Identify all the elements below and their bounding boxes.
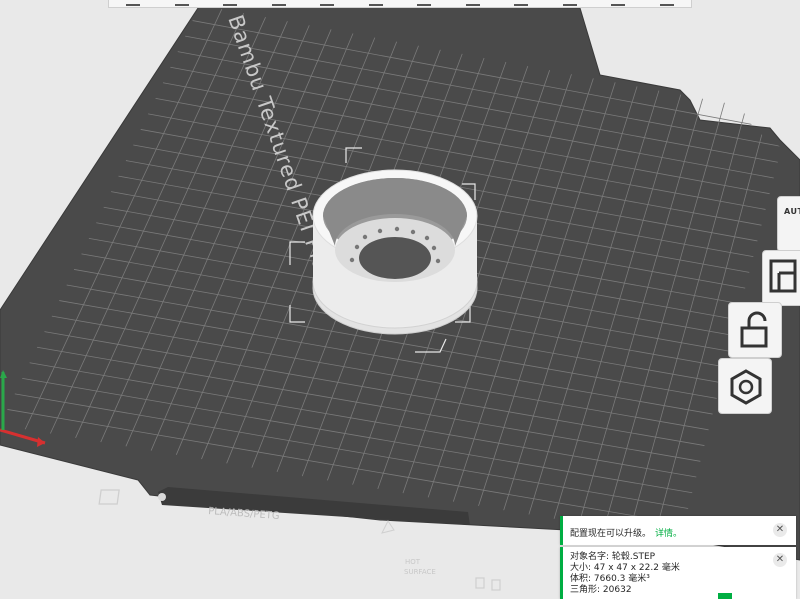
hot-label: HOT [405, 558, 421, 566]
measure-icon[interactable] [611, 0, 626, 6]
object-volume-value: 7660.3 毫米³ [593, 574, 650, 584]
object-info-panel: 对象名字: 轮毂.STEP 大小: 47 x 47 x 22.2 毫米 体积: … [560, 547, 796, 599]
assembly-icon[interactable] [514, 0, 529, 6]
view-icon[interactable] [126, 0, 141, 6]
lock-button[interactable] [728, 302, 782, 358]
object-name-value: 轮毂.STEP [611, 552, 656, 562]
variable-layer-icon[interactable] [465, 0, 480, 6]
seam-icon[interactable] [417, 0, 432, 6]
wheel-hub-model[interactable] [312, 169, 478, 335]
object-triangles-value: 20632 [602, 585, 632, 595]
3d-viewport[interactable]: Bambu Textured PEI Plate PLA/ABS/PETG HO… [0, 0, 800, 599]
surface-label: SURFACE [404, 568, 436, 576]
upgrade-notification: 配置现在可以升级。 详情。 ✕ [560, 516, 796, 545]
move-icon[interactable] [174, 0, 189, 6]
text-icon[interactable] [562, 0, 577, 6]
arrange-button[interactable] [762, 250, 800, 306]
auto-orient-label: AUTO [784, 207, 800, 216]
object-size-value: 47 x 47 x 22.2 毫米 [593, 563, 680, 573]
hex-nut-button[interactable] [718, 358, 772, 414]
auto-orient-button[interactable]: AUTO [777, 196, 800, 252]
top-toolbar [108, 0, 692, 8]
close-icon[interactable]: ✕ [773, 553, 787, 567]
support-icon[interactable] [368, 0, 383, 6]
accent-chip [718, 593, 732, 599]
object-name-label: 对象名字: [570, 552, 610, 562]
scale-icon[interactable] [271, 0, 286, 6]
object-triangles-label: 三角形: [570, 585, 601, 595]
paint-icon[interactable] [659, 0, 674, 6]
arrange-icon [769, 259, 797, 293]
upgrade-details-link[interactable]: 详情。 [655, 529, 682, 539]
hex-nut-icon [730, 369, 762, 405]
object-size-label: 大小: [570, 563, 592, 573]
cut-icon[interactable] [320, 0, 335, 6]
upgrade-message: 配置现在可以升级。 [570, 529, 652, 539]
object-volume-label: 体积: [570, 574, 592, 584]
lock-icon [740, 311, 768, 348]
rotate-icon[interactable] [223, 0, 238, 6]
close-icon[interactable]: ✕ [773, 523, 787, 537]
